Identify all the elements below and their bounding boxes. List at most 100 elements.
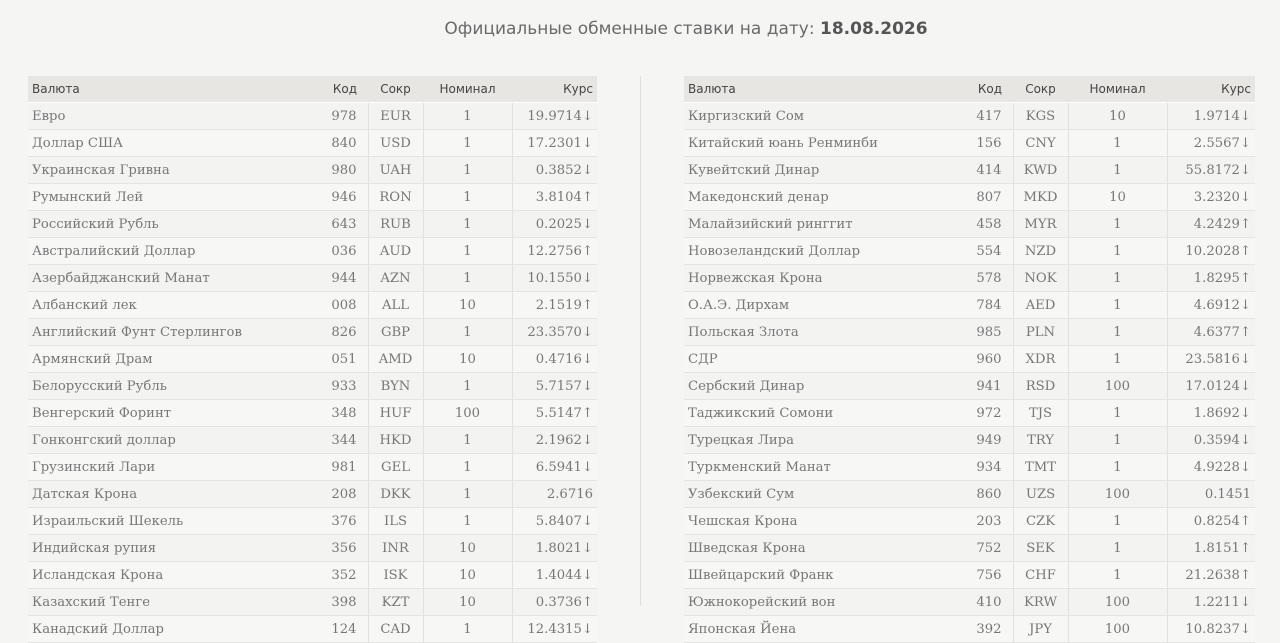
currency-rate: 5.7157↓ — [512, 372, 597, 400]
currency-abbr: ISK — [368, 561, 424, 589]
currency-abbr: AED — [1013, 291, 1069, 319]
currency-nominal: 1 — [423, 372, 513, 400]
currency-name: Канадский Доллар — [28, 615, 323, 643]
column-header-nominal[interactable]: Номинал — [423, 76, 512, 103]
currency-code: 458 — [968, 210, 1014, 238]
column-header-currency[interactable]: Валюта — [28, 76, 323, 103]
currency-nominal: 1 — [423, 318, 513, 346]
currency-nominal: 1 — [423, 183, 513, 211]
table-row: Таджикский Сомони 972 TJS 1 1.8692↓ — [684, 399, 1255, 427]
currency-nominal: 100 — [1068, 480, 1168, 508]
rates-table-left: Валюта Код Сокр Номинал Курс Евро 978 EUR 1… — [28, 76, 597, 643]
currency-rate: 1.9714↓ — [1167, 102, 1255, 130]
rate-value: 1.9714 — [1193, 108, 1240, 124]
table-header-row: Валюта Код Сокр Номинал Курс — [684, 76, 1255, 103]
currency-rate: 1.8692↓ — [1167, 399, 1255, 427]
currency-rate: 2.6716 — [512, 480, 597, 508]
currency-code: 978 — [323, 102, 369, 130]
currency-nominal: 1 — [1068, 210, 1168, 238]
table-row: Японская Йена 392 JPY 100 10.8237↓ — [684, 615, 1255, 643]
currency-code: 946 — [323, 183, 369, 211]
currency-code: 944 — [323, 264, 369, 292]
column-header-abbr[interactable]: Сокр — [368, 76, 423, 103]
arrow-up-icon: ↑ — [1239, 513, 1251, 529]
arrow-down-icon: ↓ — [1239, 351, 1251, 367]
column-header-abbr[interactable]: Сокр — [1013, 76, 1068, 103]
arrow-down-icon: ↓ — [1239, 135, 1251, 151]
currency-nominal: 10 — [423, 291, 513, 319]
currency-code: 376 — [323, 507, 369, 535]
currency-abbr: AMD — [368, 345, 424, 373]
column-header-currency[interactable]: Валюта — [684, 76, 968, 103]
currency-abbr: KWD — [1013, 156, 1069, 184]
currency-nominal: 1 — [423, 453, 513, 481]
rate-value: 2.1962 — [535, 432, 582, 448]
column-header-code[interactable]: Код — [968, 76, 1013, 103]
currency-nominal: 1 — [423, 615, 513, 643]
currency-name: О.А.Э. Дирхам — [684, 291, 968, 319]
currency-code: 208 — [323, 480, 369, 508]
rate-value: 19.9714 — [527, 108, 582, 124]
arrow-up-icon: ↑ — [581, 297, 593, 313]
currency-nominal: 1 — [1068, 237, 1168, 265]
currency-code: 960 — [968, 345, 1014, 373]
currency-nominal: 10 — [1068, 183, 1168, 211]
currency-code: 554 — [968, 237, 1014, 265]
column-header-rate[interactable]: Курс — [1167, 76, 1255, 103]
currency-name: Румынский Лей — [28, 183, 323, 211]
rate-value: 4.6377 — [1193, 324, 1240, 340]
rates-body-right: Киргизский Сом 417 KGS 10 1.9714↓ Китайский ю… — [684, 102, 1255, 643]
column-header-rate[interactable]: Курс — [512, 76, 597, 103]
currency-abbr: INR — [368, 534, 424, 562]
currency-nominal: 1 — [1068, 264, 1168, 292]
currency-nominal: 10 — [423, 588, 513, 616]
column-header-code[interactable]: Код — [323, 76, 368, 103]
currency-abbr: GEL — [368, 453, 424, 481]
rate-value: 2.5567 — [1193, 135, 1240, 151]
table-row: Польская Злота 985 PLN 1 4.6377↑ — [684, 318, 1255, 346]
table-row: Узбекский Сум 860 UZS 100 0.1451 — [684, 480, 1255, 508]
currency-abbr: UZS — [1013, 480, 1069, 508]
currency-rate: 6.5941↓ — [512, 453, 597, 481]
currency-abbr: MKD — [1013, 183, 1069, 211]
currency-rate: 55.8172↓ — [1167, 156, 1255, 184]
currency-rate: 2.1962↓ — [512, 426, 597, 454]
currency-rate: 17.0124↓ — [1167, 372, 1255, 400]
rates-date: 18.08.2026 — [820, 19, 928, 39]
table-row: Канадский Доллар 124 CAD 1 12.4315↓ — [28, 615, 597, 643]
currency-abbr: HUF — [368, 399, 424, 427]
currency-code: 784 — [968, 291, 1014, 319]
currency-name: Узбекский Сум — [684, 480, 968, 508]
currency-nominal: 1 — [1068, 318, 1168, 346]
currency-nominal: 100 — [1068, 615, 1168, 643]
currency-nominal: 1 — [423, 480, 513, 508]
currency-rate: 1.8151↑ — [1167, 534, 1255, 562]
currency-rate: 12.4315↓ — [512, 615, 597, 643]
arrow-down-icon: ↓ — [1239, 459, 1251, 475]
currency-name: Индийская рупия — [28, 534, 323, 562]
arrow-down-icon: ↓ — [581, 432, 593, 448]
currency-abbr: JPY — [1013, 615, 1069, 643]
currency-name: Исландская Крона — [28, 561, 323, 589]
arrow-up-icon: ↑ — [1239, 270, 1251, 286]
currency-abbr: KRW — [1013, 588, 1069, 616]
currency-rate: 1.4044↓ — [512, 561, 597, 589]
rate-value: 0.4716 — [535, 351, 582, 367]
rate-value: 12.2756 — [527, 243, 582, 259]
rate-value: 17.2301 — [527, 135, 582, 151]
arrow-down-icon: ↓ — [581, 513, 593, 529]
currency-rate: 21.2638↑ — [1167, 561, 1255, 589]
rate-value: 0.3852 — [535, 162, 582, 178]
currency-code: 756 — [968, 561, 1014, 589]
currency-name: Австралийский Доллар — [28, 237, 323, 265]
currency-code: 156 — [968, 129, 1014, 157]
currency-rate: 2.1519↑ — [512, 291, 597, 319]
currency-nominal: 1 — [423, 237, 513, 265]
currency-abbr: RON — [368, 183, 424, 211]
arrow-up-icon: ↑ — [581, 405, 593, 421]
column-header-nominal[interactable]: Номинал — [1068, 76, 1167, 103]
arrow-down-icon: ↓ — [1239, 621, 1251, 637]
currency-name: Китайский юань Ренминби — [684, 129, 968, 157]
currency-name: Македонский денар — [684, 183, 968, 211]
currency-nominal: 1 — [1068, 453, 1168, 481]
